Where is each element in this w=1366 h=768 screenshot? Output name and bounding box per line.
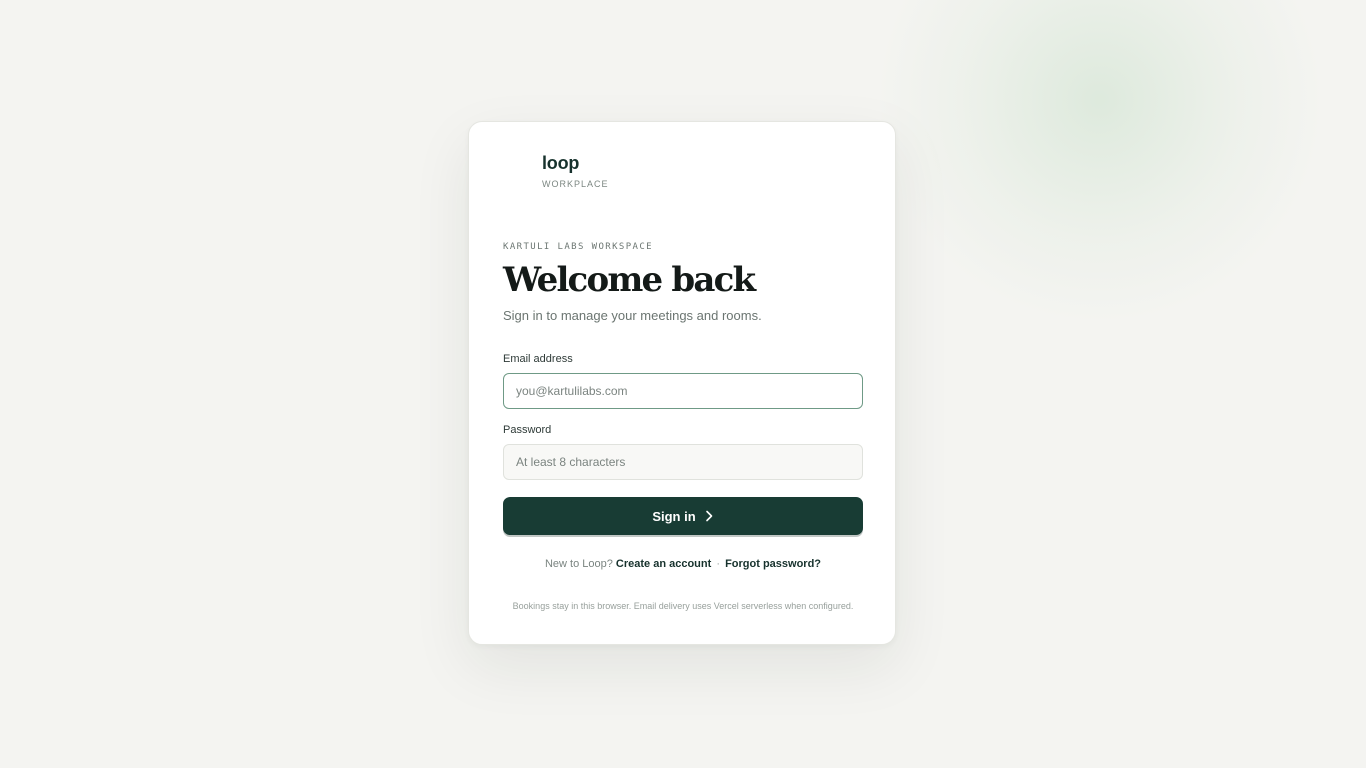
brand: loop WORKPLACE bbox=[542, 152, 609, 190]
create-account-link[interactable]: Create an account bbox=[616, 558, 711, 570]
password-label: Password bbox=[503, 424, 552, 436]
sign-in-button[interactable]: Sign in bbox=[503, 497, 863, 535]
chevron-right-icon bbox=[704, 510, 714, 522]
brand-subtitle: WORKPLACE bbox=[542, 179, 609, 189]
page-subtitle: Sign in to manage your meetings and room… bbox=[503, 308, 762, 323]
login-card: loop WORKPLACE KARTULI LABS WORKSPACE We… bbox=[468, 121, 896, 645]
password-field[interactable] bbox=[503, 444, 863, 480]
sign-in-label: Sign in bbox=[652, 508, 696, 524]
new-user-prompt: New to Loop? bbox=[544, 558, 613, 570]
link-separator: · bbox=[716, 558, 721, 570]
forgot-password-link[interactable]: Forgot password? bbox=[725, 558, 821, 570]
email-field[interactable] bbox=[503, 373, 863, 409]
workspace-eyebrow: KARTULI LABS WORKSPACE bbox=[503, 242, 654, 252]
account-links: New to Loop? Create an account · Forgot … bbox=[469, 558, 897, 571]
page-title: Welcome back bbox=[503, 260, 756, 300]
email-label: Email address bbox=[503, 353, 573, 365]
brand-name: loop bbox=[542, 153, 580, 173]
footnote: Bookings stay in this browser. Email del… bbox=[512, 601, 854, 611]
background-glow bbox=[880, 0, 1320, 320]
